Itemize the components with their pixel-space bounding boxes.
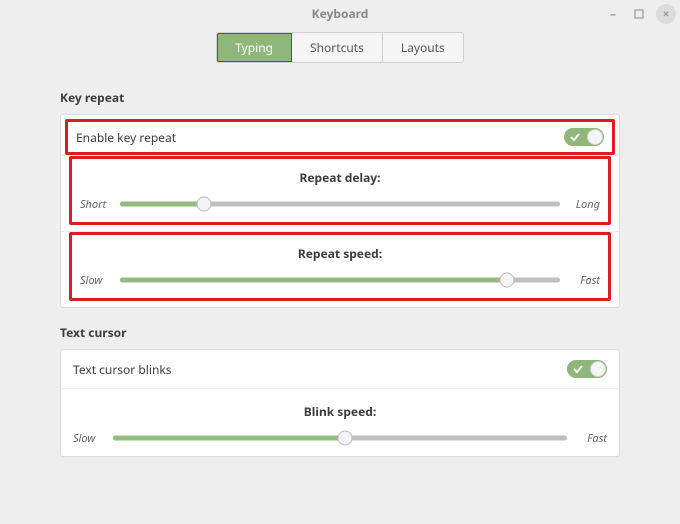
slider-thumb[interactable]	[337, 431, 352, 446]
tab-shortcuts[interactable]: Shortcuts	[292, 33, 383, 62]
repeat-delay-title: Repeat delay:	[80, 169, 600, 186]
panel-key-repeat: Enable key repeat Repeat delay: Short Lo…	[60, 114, 620, 308]
content: Key repeat Enable key repeat Repeat dela…	[0, 71, 680, 457]
blink-speed-slider[interactable]	[113, 430, 567, 446]
blink-speed-title: Blink speed:	[73, 403, 607, 420]
window-controls: – ×	[604, 0, 676, 28]
check-icon	[573, 364, 583, 374]
repeat-delay-slider[interactable]	[120, 196, 560, 212]
repeat-speed-title: Repeat speed:	[80, 245, 600, 262]
tabgroup: Typing Shortcuts Layouts	[216, 32, 464, 63]
text-cursor-blinks-row: Text cursor blinks	[61, 350, 619, 388]
tab-typing[interactable]: Typing	[217, 33, 292, 62]
close-button[interactable]: ×	[656, 4, 676, 24]
enable-key-repeat-switch[interactable]	[564, 128, 604, 146]
minimize-button[interactable]: –	[604, 5, 622, 23]
blink-speed-min-label: Slow	[73, 431, 105, 446]
slider-thumb[interactable]	[500, 273, 515, 288]
section-title-text-cursor: Text cursor	[60, 324, 620, 341]
repeat-speed-row: Slow Fast	[80, 272, 600, 288]
tab-label: Typing	[235, 39, 273, 56]
highlight-repeat-speed: Repeat speed: Slow Fast	[69, 232, 611, 301]
check-icon	[570, 132, 580, 142]
tabbar: Typing Shortcuts Layouts	[0, 28, 680, 71]
window-title: Keyboard	[312, 5, 369, 22]
switch-knob	[587, 129, 603, 145]
repeat-speed-slider[interactable]	[120, 272, 560, 288]
text-cursor-blinks-switch[interactable]	[567, 360, 607, 378]
repeat-delay-min-label: Short	[80, 197, 112, 212]
repeat-delay-row: Short Long	[80, 196, 600, 212]
highlight-repeat-delay: Repeat delay: Short Long	[69, 156, 611, 225]
enable-key-repeat-label: Enable key repeat	[76, 129, 176, 146]
slider-thumb[interactable]	[196, 197, 211, 212]
repeat-speed-min-label: Slow	[80, 273, 112, 288]
text-cursor-blinks-label: Text cursor blinks	[73, 361, 172, 378]
titlebar: Keyboard – ×	[0, 0, 680, 28]
switch-knob	[590, 361, 606, 377]
section-title-key-repeat: Key repeat	[60, 89, 620, 106]
highlight-enable-key-repeat: Enable key repeat	[65, 119, 615, 155]
tab-layouts[interactable]: Layouts	[383, 33, 463, 62]
blink-speed-max-label: Fast	[575, 431, 607, 446]
tab-label: Layouts	[401, 39, 445, 56]
tab-label: Shortcuts	[310, 39, 364, 56]
repeat-speed-max-label: Fast	[568, 273, 600, 288]
blink-speed-block: Blink speed: Slow Fast	[61, 389, 619, 456]
panel-text-cursor: Text cursor blinks Blink speed: Slow Fas…	[60, 349, 620, 457]
repeat-delay-max-label: Long	[568, 197, 600, 212]
maximize-button[interactable]	[630, 5, 648, 23]
blink-speed-row: Slow Fast	[73, 430, 607, 446]
